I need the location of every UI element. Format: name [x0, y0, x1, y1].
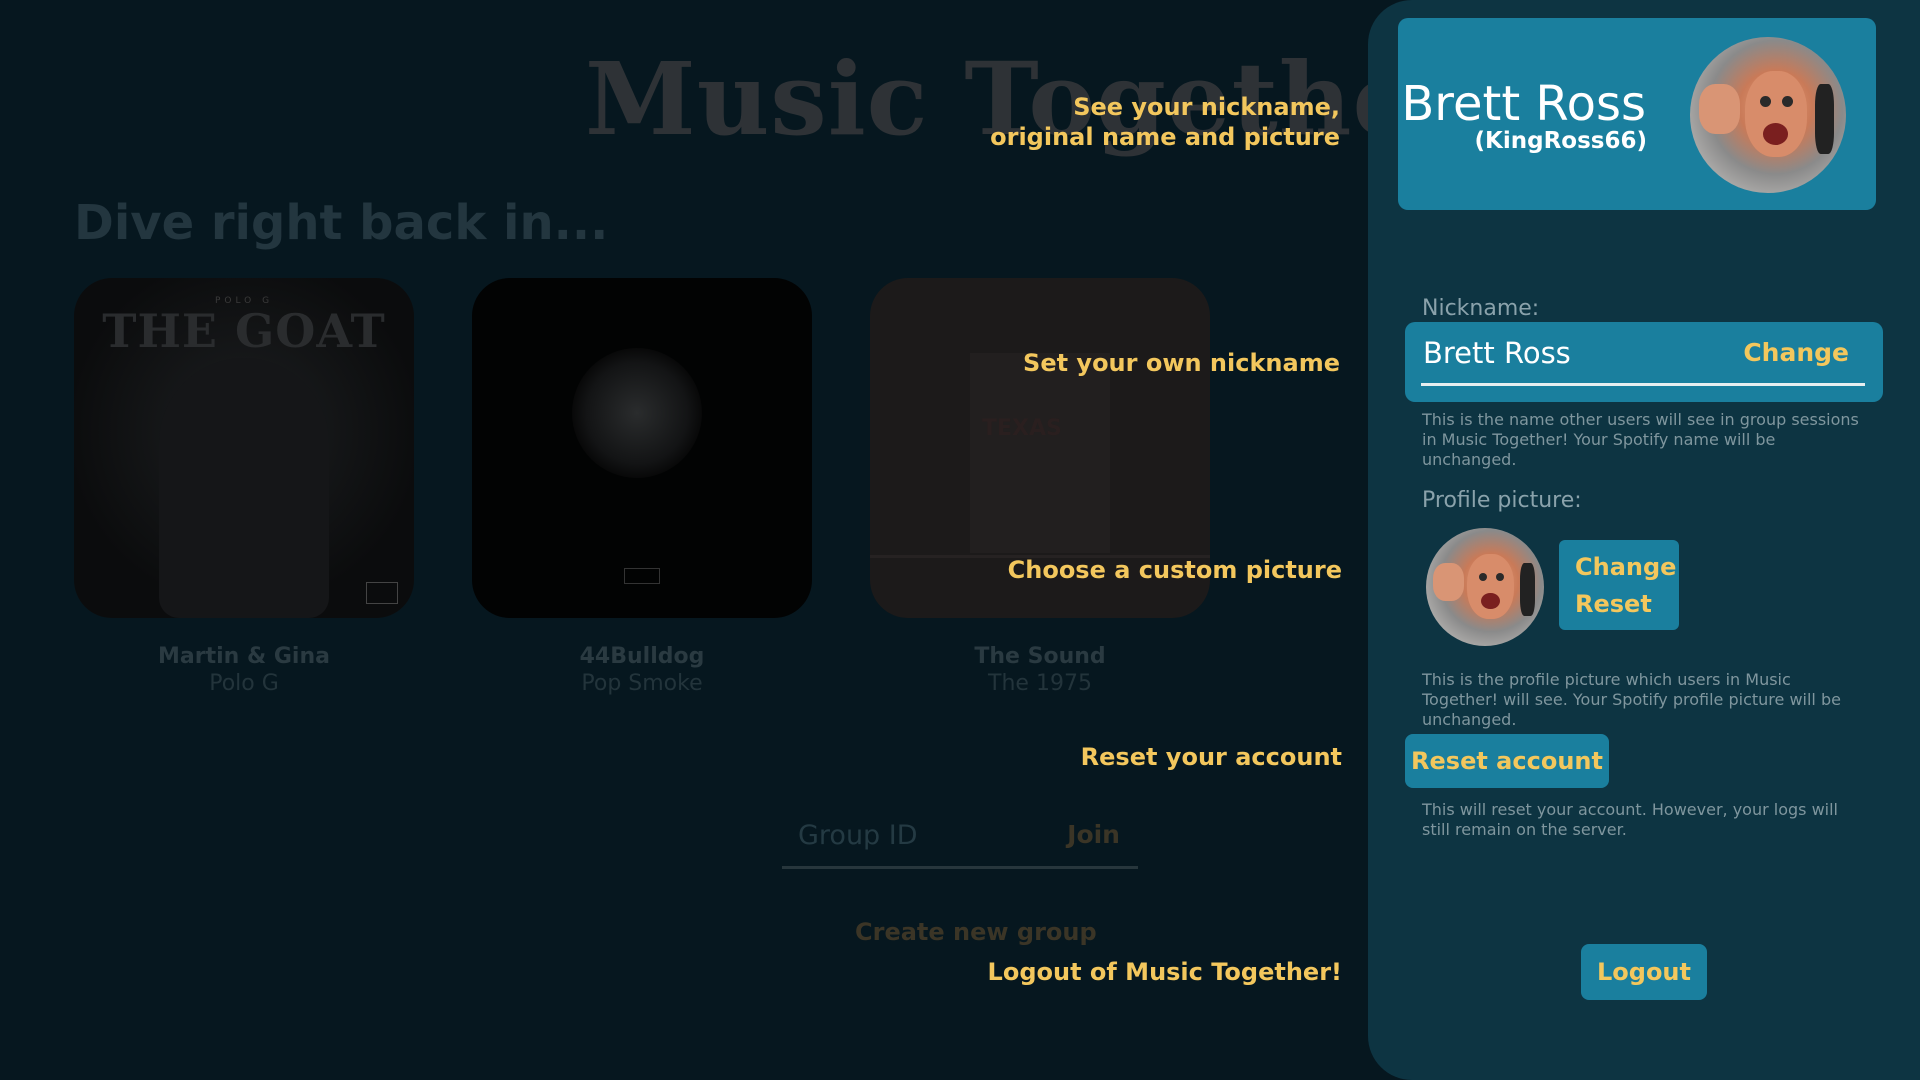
profile-card: Brett Ross (KingRoss66)	[1398, 18, 1876, 210]
avatar-microphone	[1520, 563, 1535, 617]
album-name: Martin & Gina	[158, 644, 330, 669]
hint-picture: Choose a custom picture	[1007, 556, 1342, 584]
avatar-mouth	[1763, 122, 1789, 145]
nickname-change-button[interactable]: Change	[1743, 338, 1849, 367]
nickname-input[interactable]: Brett Ross	[1423, 336, 1571, 370]
avatar-hand	[1699, 83, 1740, 134]
hint-reset: Reset your account	[1080, 743, 1342, 771]
picture-reset-button[interactable]: Reset	[1575, 590, 1652, 618]
profile-full-name: Brett Ross	[1401, 76, 1646, 132]
album-cover[interactable]: POLO G THE GOAT	[74, 278, 414, 618]
album-name: The Sound	[974, 644, 1106, 669]
album-card[interactable]: POLO G THE GOAT Martin & Gina Polo G	[74, 278, 414, 696]
rose-graphic	[572, 348, 702, 478]
parental-advisory-icon	[624, 568, 660, 584]
group-id-field[interactable]: Group ID Join	[782, 810, 1138, 869]
cover-figure	[159, 358, 329, 618]
reset-help-text: This will reset your account. However, y…	[1422, 800, 1838, 839]
picture-change-button[interactable]: Change	[1575, 553, 1676, 581]
avatar-face	[1467, 553, 1515, 619]
album-cover[interactable]	[472, 278, 812, 618]
reset-account-button[interactable]: Reset account	[1405, 734, 1609, 788]
create-group-button[interactable]: Create new group	[855, 918, 1097, 946]
avatar-microphone	[1814, 83, 1834, 154]
hint-nickname: Set your own nickname	[1023, 349, 1340, 377]
section-heading: Dive right back in...	[74, 195, 609, 251]
hint-identity: See your nickname, original name and pic…	[990, 93, 1340, 151]
cover-sign-text: TEXAS	[982, 416, 1062, 441]
background-app: Music Together! Dive right back in... PO…	[0, 0, 1515, 1080]
profile-handle: (KingRoss66)	[1474, 128, 1647, 154]
logout-button[interactable]: Logout	[1581, 944, 1707, 1000]
album-name: 44Bulldog	[579, 644, 705, 669]
picture-buttons: Change Reset	[1559, 540, 1679, 630]
album-artist: Polo G	[209, 671, 279, 696]
avatar	[1690, 37, 1846, 193]
nickname-label: Nickname:	[1422, 296, 1540, 321]
picture-help-text: This is the profile picture which users …	[1422, 670, 1841, 729]
avatar-hand	[1433, 563, 1464, 602]
avatar-eye	[1495, 572, 1504, 582]
profile-picture	[1426, 528, 1544, 646]
join-button[interactable]: Join	[1067, 820, 1120, 849]
nickname-field[interactable]: Brett Ross Change	[1405, 322, 1883, 402]
nickname-help-text: This is the name other users will see in…	[1422, 410, 1859, 469]
parental-advisory-icon	[366, 582, 398, 604]
album-card[interactable]: TEXAS The Sound The 1975	[870, 278, 1210, 696]
album-card[interactable]: 44Bulldog Pop Smoke	[472, 278, 812, 696]
cover-sign	[970, 353, 1110, 553]
album-artist: Pop Smoke	[581, 671, 703, 696]
group-id-input[interactable]: Group ID	[798, 820, 918, 851]
album-artist: The 1975	[988, 671, 1092, 696]
hint-logout: Logout of Music Together!	[987, 958, 1342, 986]
cover-title-text: THE GOAT	[102, 304, 386, 358]
nickname-underline	[1421, 383, 1865, 386]
picture-label: Profile picture:	[1422, 488, 1582, 513]
profile-panel: Brett Ross (KingRoss66) Nickname: Brett …	[1368, 0, 1920, 1080]
